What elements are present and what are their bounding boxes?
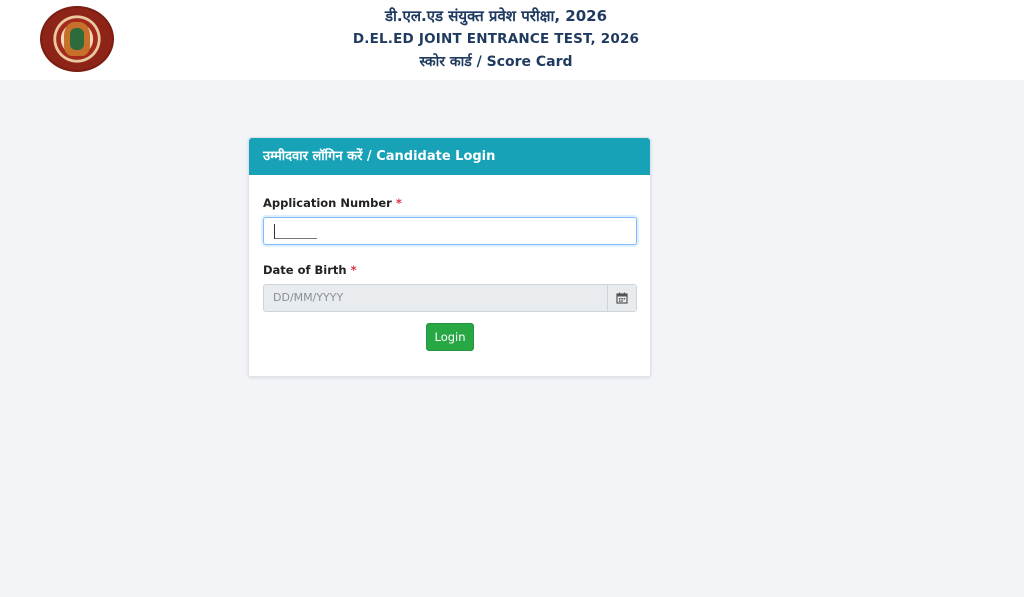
dob-placeholder: DD/MM/YYYY	[273, 291, 344, 304]
login-button[interactable]: Login	[426, 323, 474, 351]
page-header: डी.एल.एड संयुक्त प्रवेश परीक्षा, 2026 D.…	[0, 0, 1024, 80]
card-heading: उम्मीदवार लॉगिन करें / Candidate Login	[249, 138, 650, 175]
seal-figure-detail	[70, 28, 84, 50]
title-hindi: डी.एल.एड संयुक्त प्रवेश परीक्षा, 2026	[384, 7, 608, 25]
required-mark: *	[395, 196, 402, 210]
calendar-icon	[616, 292, 628, 304]
application-number-input[interactable]	[263, 217, 637, 245]
dob-label: Date of Birth *	[263, 263, 357, 277]
title-english: D.EL.ED JOINT ENTRANCE TEST, 2026	[352, 31, 640, 47]
candidate-login-card: उम्मीदवार लॉगिन करें / Candidate Login A…	[248, 137, 651, 377]
dob-input[interactable]: DD/MM/YYYY	[263, 284, 637, 312]
score-card-subtitle: स्कोर कार्ड / Score Card	[419, 54, 573, 70]
board-seal-logo-icon	[40, 6, 114, 72]
header-titles: डी.एल.एड संयुक्त प्रवेश परीक्षा, 2026 D.…	[300, 5, 692, 73]
input-underline	[275, 238, 317, 239]
text-caret	[274, 224, 275, 239]
application-number-label: Application Number *	[263, 196, 402, 210]
required-mark: *	[350, 263, 357, 277]
calendar-button[interactable]	[607, 285, 636, 311]
